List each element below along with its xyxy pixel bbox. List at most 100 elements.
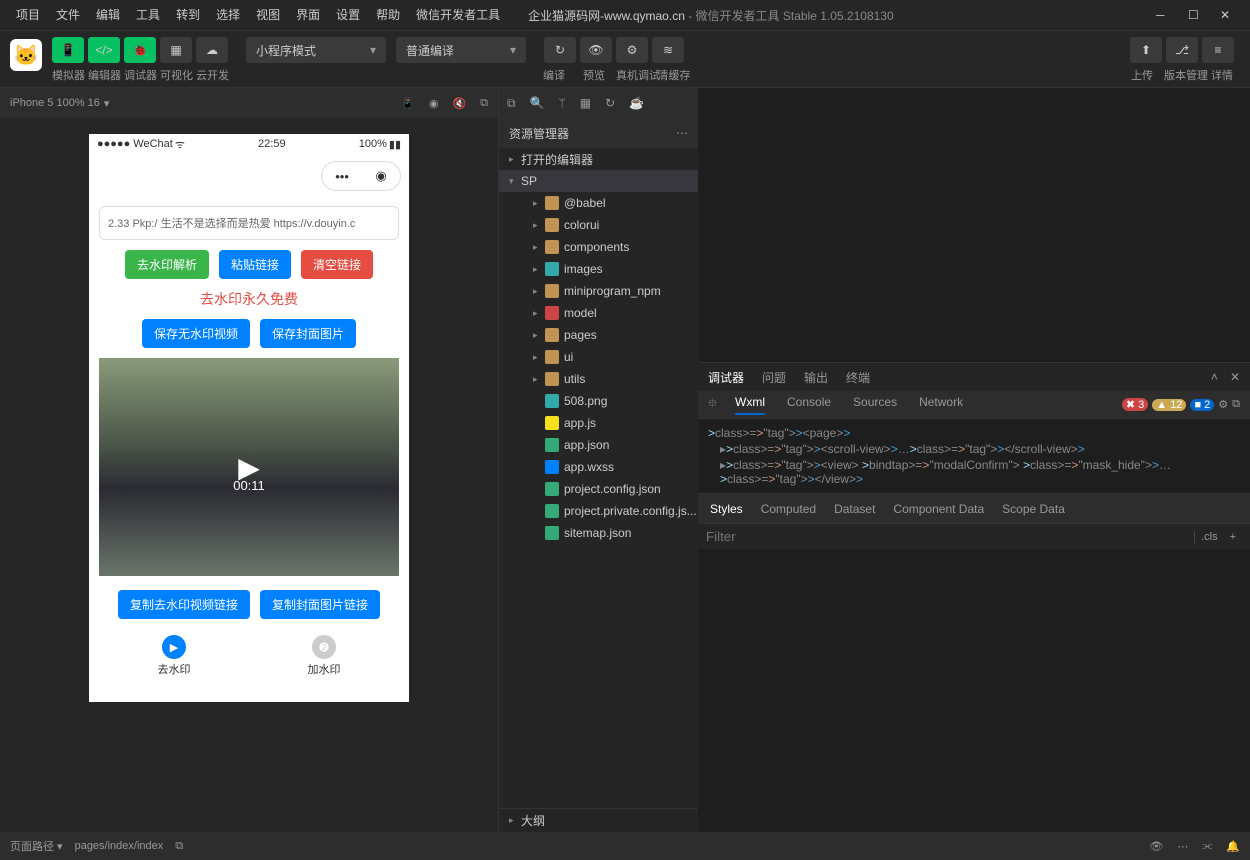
outline-section[interactable]: ▸大纲 <box>499 808 698 832</box>
cloud-button[interactable]: ☁ <box>196 37 228 63</box>
upload-button[interactable]: ⬆ <box>1130 37 1162 63</box>
tree-item[interactable]: ▸miniprogram_npm <box>499 280 698 302</box>
maximize-icon[interactable]: ☐ <box>1188 8 1202 22</box>
menu-选择[interactable]: 选择 <box>208 0 248 30</box>
tree-item[interactable]: ▸ui <box>499 346 698 368</box>
menu-项目[interactable]: 项目 <box>8 0 48 30</box>
menu-微信开发者工具[interactable]: 微信开发者工具 <box>408 0 508 30</box>
version-button[interactable]: ⎇ <box>1166 37 1198 63</box>
copy-cover-link-button[interactable]: 复制封面图片链接 <box>260 590 380 619</box>
simulator-button[interactable]: 📱 <box>52 37 84 63</box>
git-icon[interactable]: ᛘ <box>559 96 566 110</box>
editor-button[interactable]: </> <box>88 37 120 63</box>
devtools-tab[interactable]: Wxml <box>735 395 765 415</box>
minimize-icon[interactable]: ─ <box>1156 8 1170 22</box>
devtools-tab[interactable]: Network <box>919 395 963 415</box>
devtools-tab[interactable]: Console <box>787 395 831 415</box>
tree-item[interactable]: sitemap.json <box>499 522 698 544</box>
signal-icon[interactable]: ⫘ <box>1202 840 1212 853</box>
debug-tab[interactable]: 终端 <box>846 369 870 386</box>
debug-tab[interactable]: 输出 <box>804 369 828 386</box>
video-player[interactable]: ▶ 00:11 <box>99 358 399 576</box>
menu-工具[interactable]: 工具 <box>128 0 168 30</box>
eye-icon[interactable]: 👁 <box>1149 840 1163 853</box>
tree-item[interactable]: project.config.json <box>499 478 698 500</box>
menu-转到[interactable]: 转到 <box>168 0 208 30</box>
tree-item[interactable]: 508.png <box>499 390 698 412</box>
tree-item[interactable]: ▸utils <box>499 368 698 390</box>
warn-badge[interactable]: ▲ 12 <box>1152 399 1186 411</box>
mode-dropdown[interactable]: 小程序模式 <box>246 37 386 63</box>
editor-area[interactable] <box>698 88 1250 362</box>
gear-icon[interactable]: ⚙ <box>1218 398 1228 411</box>
tree-item[interactable]: ▸pages <box>499 324 698 346</box>
refresh-icon[interactable]: ↻ <box>605 96 615 110</box>
bell-icon[interactable]: 🔔 <box>1226 840 1240 853</box>
tree-item[interactable]: app.json <box>499 434 698 456</box>
more-status-icon[interactable]: ⋯ <box>1177 840 1188 853</box>
remote-debug-button[interactable]: ⚙ <box>616 37 648 63</box>
styles-tab[interactable]: Computed <box>761 502 816 516</box>
menu-视图[interactable]: 视图 <box>248 0 288 30</box>
copy-video-link-button[interactable]: 复制去水印视频链接 <box>118 590 250 619</box>
styles-tab[interactable]: Scope Data <box>1002 502 1065 516</box>
clear-button[interactable]: 清空链接 <box>301 250 373 279</box>
device-icon[interactable]: 📱 <box>401 97 415 110</box>
section-open-editors[interactable]: ▸打开的编辑器 <box>499 148 698 170</box>
tree-item[interactable]: project.private.config.js... <box>499 500 698 522</box>
dom-tree[interactable]: >class>=>"tag">><page>>▸>class>=>"tag">>… <box>698 419 1250 493</box>
filter-input[interactable] <box>706 529 1194 544</box>
debugger-button[interactable]: 🐞 <box>124 37 156 63</box>
save-video-button[interactable]: 保存无水印视频 <box>142 319 250 348</box>
device-selector[interactable]: iPhone 5 100% 16 <box>10 97 100 109</box>
menu-编辑[interactable]: 编辑 <box>88 0 128 30</box>
dock-icon[interactable]: ⧉ <box>1232 398 1240 411</box>
section-root[interactable]: ▾SP <box>499 170 698 192</box>
menu-帮助[interactable]: 帮助 <box>368 0 408 30</box>
copy-path-icon[interactable]: ⧉ <box>175 840 183 853</box>
tree-item[interactable]: ▸images <box>499 258 698 280</box>
tree-item[interactable]: ▸@babel <box>499 192 698 214</box>
tree-item[interactable]: ▸colorui <box>499 214 698 236</box>
page-path-label[interactable]: 页面路径 ▾ <box>10 838 63 854</box>
chevron-up-icon[interactable]: ˄ <box>1211 370 1218 384</box>
save-cover-button[interactable]: 保存封面图片 <box>260 319 356 348</box>
url-input[interactable]: 2.33 Pkp:/ 生活不是选择而是热爱 https://v.douyin.c <box>99 206 399 240</box>
tree-item[interactable]: ▸model <box>499 302 698 324</box>
parse-button[interactable]: 去水印解析 <box>125 250 209 279</box>
more-icon[interactable]: ⋯ <box>676 126 688 140</box>
debug-tab[interactable]: 调试器 <box>708 369 744 386</box>
tab-add-watermark[interactable]: ➋加水印 <box>308 635 341 677</box>
styles-tab[interactable]: Styles <box>710 502 743 516</box>
menu-文件[interactable]: 文件 <box>48 0 88 30</box>
devtools-tab[interactable]: Sources <box>853 395 897 415</box>
clear-cache-button[interactable]: ≋ <box>652 37 684 63</box>
info-badge[interactable]: ■ 2 <box>1190 399 1214 411</box>
tree-item[interactable]: app.js <box>499 412 698 434</box>
tree-item[interactable]: ▸components <box>499 236 698 258</box>
menu-界面[interactable]: 界面 <box>288 0 328 30</box>
details-button[interactable]: ≡ <box>1202 37 1234 63</box>
inspect-icon[interactable]: ⯐ <box>708 394 717 415</box>
close-icon[interactable]: ✕ <box>1220 8 1234 22</box>
menu-设置[interactable]: 设置 <box>328 0 368 30</box>
screenshot-icon[interactable]: ⧉ <box>480 97 488 110</box>
close-panel-icon[interactable]: ✕ <box>1230 370 1240 384</box>
error-badge[interactable]: ✖ 3 <box>1122 398 1148 411</box>
extensions-icon[interactable]: ▦ <box>580 96 591 110</box>
cls-toggle[interactable]: .cls <box>1194 531 1224 543</box>
styles-tab[interactable]: Component Data <box>893 502 984 516</box>
capsule-menu[interactable]: •••◉ <box>321 161 401 191</box>
search-icon[interactable]: 🔍 <box>530 96 545 110</box>
compile-button[interactable]: ↻ <box>544 37 576 63</box>
tab-remove-watermark[interactable]: ▶去水印 <box>158 635 191 677</box>
preview-button[interactable]: 👁 <box>580 37 612 63</box>
visual-button[interactable]: ▦ <box>160 37 192 63</box>
styles-tab[interactable]: Dataset <box>834 502 875 516</box>
compile-dropdown[interactable]: 普通编译 <box>396 37 526 63</box>
terminal-icon[interactable]: ☕ <box>629 96 644 110</box>
paste-button[interactable]: 粘贴链接 <box>219 250 291 279</box>
mute-icon[interactable]: 🔇 <box>452 97 466 110</box>
files-icon[interactable]: ⧉ <box>507 96 516 111</box>
add-style-icon[interactable]: + <box>1224 531 1242 543</box>
